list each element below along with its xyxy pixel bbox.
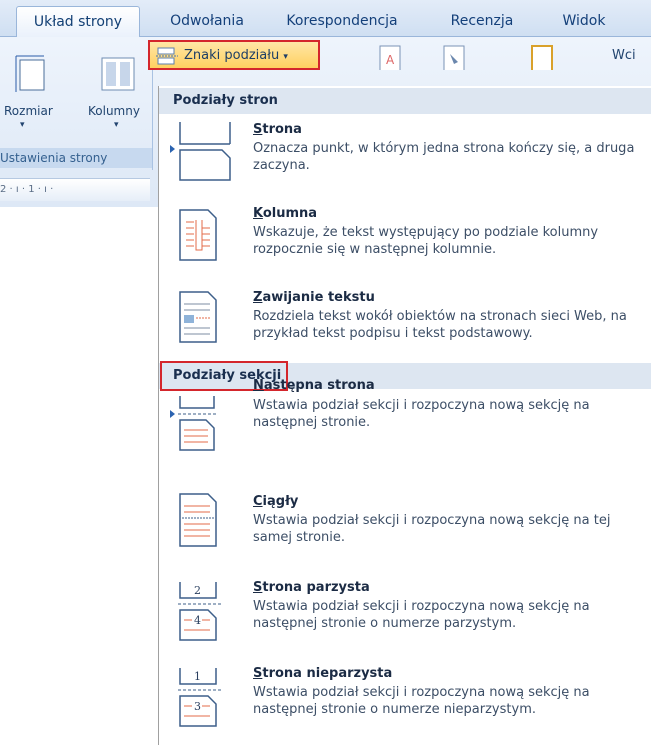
continuous-icon [179, 493, 217, 547]
page-size-icon[interactable] [14, 54, 48, 94]
title-rest: trona nieparzysta [262, 666, 393, 681]
indent-label: Wci [612, 48, 636, 63]
page-breaks-header-text: Podziały stron [173, 93, 278, 108]
menu-item-description: Wskazuje, że tekst występujący po podzia… [253, 225, 599, 257]
even-top-number: 2 [194, 584, 201, 597]
breaks-button-label: Znaki podziału ▾ [184, 48, 288, 63]
breaks-button[interactable]: Znaki podziału ▾ [148, 40, 320, 70]
access-key: N [253, 378, 264, 393]
pointer-arrow-icon [170, 145, 175, 153]
menu-item-title: Następna strona [253, 378, 375, 393]
column-break-icon [179, 209, 217, 261]
tab-references[interactable]: Odwołania [160, 6, 254, 36]
page-setup-group-text: Ustawienia strony [0, 151, 108, 165]
access-key: S [253, 580, 263, 595]
menu-item-description: Wstawia podział sekcji i rozpoczyna nową… [253, 398, 590, 430]
odd-bottom-number: 3 [194, 700, 201, 713]
access-key: S [253, 666, 263, 681]
horizontal-ruler: 2 · ı · 1 · ı · [0, 178, 150, 201]
watermark-icon[interactable]: A [376, 44, 406, 70]
tab-review[interactable]: Recenzja [440, 6, 524, 36]
page-setup-group-label: Ustawienia strony [0, 148, 152, 168]
menu-item-title: Strona parzysta [253, 580, 370, 595]
breaks-icon [156, 47, 178, 65]
menu-item-title: Ciągły [253, 494, 298, 509]
next-page-icon [178, 396, 218, 451]
breaks-button-text: Znaki podziału [184, 48, 280, 63]
even-page-icon: 2 4 [178, 582, 222, 641]
access-key: S [253, 122, 263, 137]
page-breaks-header: Podziały stron [159, 88, 651, 114]
menu-item-title: Strona nieparzysta [253, 666, 392, 681]
pointer-arrow-icon [170, 410, 175, 418]
menu-item-description: Rozdziela tekst wokół obiektów na strona… [253, 309, 627, 341]
menu-item-description: Oznacza punkt, w którym jedna strona koń… [253, 141, 635, 173]
odd-top-number: 1 [194, 670, 201, 683]
svg-text:A: A [386, 53, 395, 67]
size-button-label[interactable]: Rozmiar [4, 104, 53, 118]
title-rest: trona [262, 122, 302, 137]
menu-item-title: Strona [253, 122, 302, 137]
page-borders-icon[interactable] [528, 44, 558, 70]
chevron-down-icon[interactable]: ▾ [114, 120, 119, 130]
even-bottom-number: 4 [194, 614, 201, 627]
text-wrapping-icon [179, 291, 217, 343]
menu-item-title: Zawijanie tekstu [253, 290, 375, 305]
tab-view[interactable]: Widok [550, 6, 618, 36]
title-rest: awijanie tekstu [262, 290, 375, 305]
menu-item-description: Wstawia podział sekcji i rozpoczyna nową… [253, 685, 590, 717]
title-rest: olumna [262, 206, 318, 221]
title-rest: astępna strona [263, 378, 375, 393]
ribbon-tab-bar: Układ strony Odwołania Korespondencja Re… [0, 0, 651, 37]
tab-mailings[interactable]: Korespondencja [278, 6, 406, 36]
tab-page-layout[interactable]: Układ strony [16, 6, 140, 37]
menu-item-description: Wstawia podział sekcji i rozpoczyna nową… [253, 513, 611, 545]
page-break-icon [179, 122, 231, 181]
menu-item-description: Wstawia podział sekcji i rozpoczyna nową… [253, 599, 590, 631]
access-key: K [253, 206, 263, 221]
title-rest: trona parzysta [262, 580, 370, 595]
odd-page-icon: 1 3 [178, 668, 222, 727]
columns-button-label[interactable]: Kolumny [88, 104, 140, 118]
menu-item-title: Kolumna [253, 206, 317, 221]
chevron-down-icon[interactable]: ▾ [20, 120, 25, 130]
access-key: C [253, 494, 263, 509]
page-color-icon[interactable] [440, 44, 470, 70]
chevron-down-icon: ▾ [283, 52, 288, 62]
title-rest: iągły [262, 494, 299, 509]
columns-icon[interactable] [98, 54, 138, 94]
ruler-ticks: 2 · ı · 1 · ı · [0, 184, 54, 195]
